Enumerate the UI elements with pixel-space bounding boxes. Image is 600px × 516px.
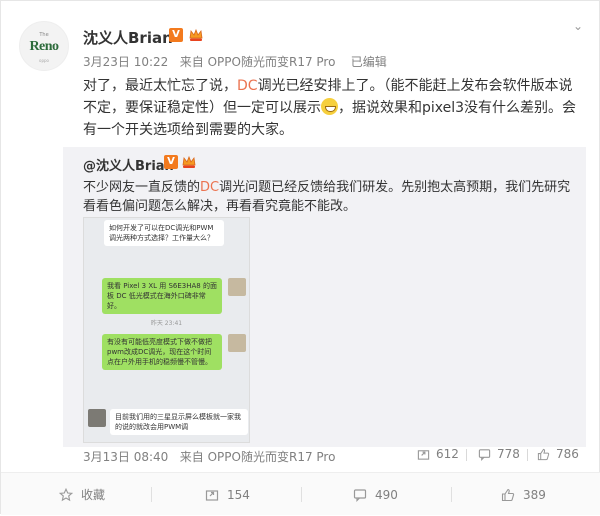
avatar-top-mark: The	[39, 32, 49, 38]
repost-text-part: 不少网友一直反馈的	[83, 180, 201, 195]
post-text: 对了，最近太忙忘了说，DC调光已经安排上了。（能不能赶上发布会软件版本说不定，要…	[83, 75, 583, 141]
comment-icon	[353, 488, 367, 502]
thumbs-up-icon	[537, 448, 550, 460]
comment-button[interactable]: 490	[353, 473, 398, 516]
member-crown-icon[interactable]	[181, 154, 197, 170]
share-count-label: 612	[436, 447, 459, 461]
favorite-label: 收藏	[81, 488, 106, 502]
chat-screenshot-image[interactable]: 如何开发了可以在DC调光和PWM调光两种方式选择？工作量大么？ 我看 Pixel…	[83, 217, 250, 443]
post-text-part: 对了，最近太忙忘了说，	[83, 78, 237, 94]
avatar-bottom-mark: oppo	[39, 58, 49, 63]
share-icon	[417, 449, 430, 460]
chat-bubble: 目前我们用的三星显示屏么模板就一家我的说的就改会用PWM调	[110, 409, 248, 435]
like-button[interactable]: 389	[501, 473, 546, 516]
chat-bubble: 有没有可能低亮度模式下做不做把pwm改成DC调光，现在这个时间点在户外用手机的稳…	[102, 334, 222, 370]
edited-label[interactable]: 已编辑	[351, 55, 387, 69]
comment-icon	[478, 448, 491, 461]
like-count-label: 786	[556, 447, 579, 461]
post-source: 来自 OPPO随光而变R17 Pro	[179, 55, 336, 69]
repost-meta: 3月13日 08:40 来自 OPPO随光而变R17 Pro	[83, 448, 335, 465]
divider	[527, 449, 528, 461]
grin-emoji-icon	[321, 98, 338, 115]
favorite-button[interactable]: 收藏	[59, 473, 105, 516]
repost-author[interactable]: @沈义人Brian	[83, 155, 174, 174]
chat-bubble: 如何开发了可以在DC调光和PWM调光两种方式选择？工作量大么？	[104, 220, 224, 246]
divider	[301, 487, 302, 502]
dc-highlight-link[interactable]: DC	[200, 180, 219, 195]
comment-count-label: 778	[497, 447, 520, 461]
chat-timestamp: 昨天 23:41	[150, 320, 183, 327]
share-icon	[205, 489, 219, 501]
divider	[151, 487, 152, 502]
chat-avatar	[228, 278, 246, 296]
share-button[interactable]: 154	[205, 473, 250, 516]
chat-bubble: 我看 Pixel 3 XL 用 S6E3HA8 的面板 DC 低光模式在海外口碑…	[102, 278, 222, 314]
chevron-down-icon[interactable]: ⌄	[571, 20, 585, 32]
member-crown-icon[interactable]	[188, 27, 204, 43]
weibo-post-card: ⌄ The Reno oppo 沈义人Brian V 3月23日 10:22 来…	[0, 0, 600, 515]
chat-avatar	[88, 409, 106, 427]
divider	[451, 487, 452, 502]
like-label: 389	[523, 487, 546, 502]
dc-highlight-link[interactable]: DC	[237, 78, 258, 94]
share-label: 154	[227, 487, 250, 502]
repost-text: 不少网友一直反馈的DC调光问题已经反馈给我们研发。先别抱太高预期，我们先研究看看…	[83, 178, 573, 216]
repost-date[interactable]: 3月13日 08:40	[83, 450, 168, 464]
avatar[interactable]: The Reno oppo	[19, 21, 69, 71]
repost-share-count[interactable]: 612	[417, 447, 459, 461]
repost-comment-count[interactable]: 778	[478, 447, 520, 461]
verified-badge[interactable]: V	[164, 155, 178, 169]
avatar-logo: Reno	[29, 39, 59, 54]
thumbs-up-icon	[501, 488, 515, 501]
author-name[interactable]: 沈义人Brian	[83, 27, 173, 48]
repost-source: 来自 OPPO随光而变R17 Pro	[179, 450, 336, 464]
star-icon	[59, 487, 73, 501]
verified-badge[interactable]: V	[169, 28, 183, 42]
comment-label: 490	[375, 487, 398, 502]
post-meta: 3月23日 10:22 来自 OPPO随光而变R17 Pro 已编辑	[83, 53, 387, 70]
chat-avatar	[228, 334, 246, 352]
divider	[466, 449, 467, 461]
repost-like-count[interactable]: 786	[537, 447, 579, 461]
post-date[interactable]: 3月23日 10:22	[83, 55, 168, 69]
action-bar: 收藏 154 490 389	[1, 472, 600, 515]
